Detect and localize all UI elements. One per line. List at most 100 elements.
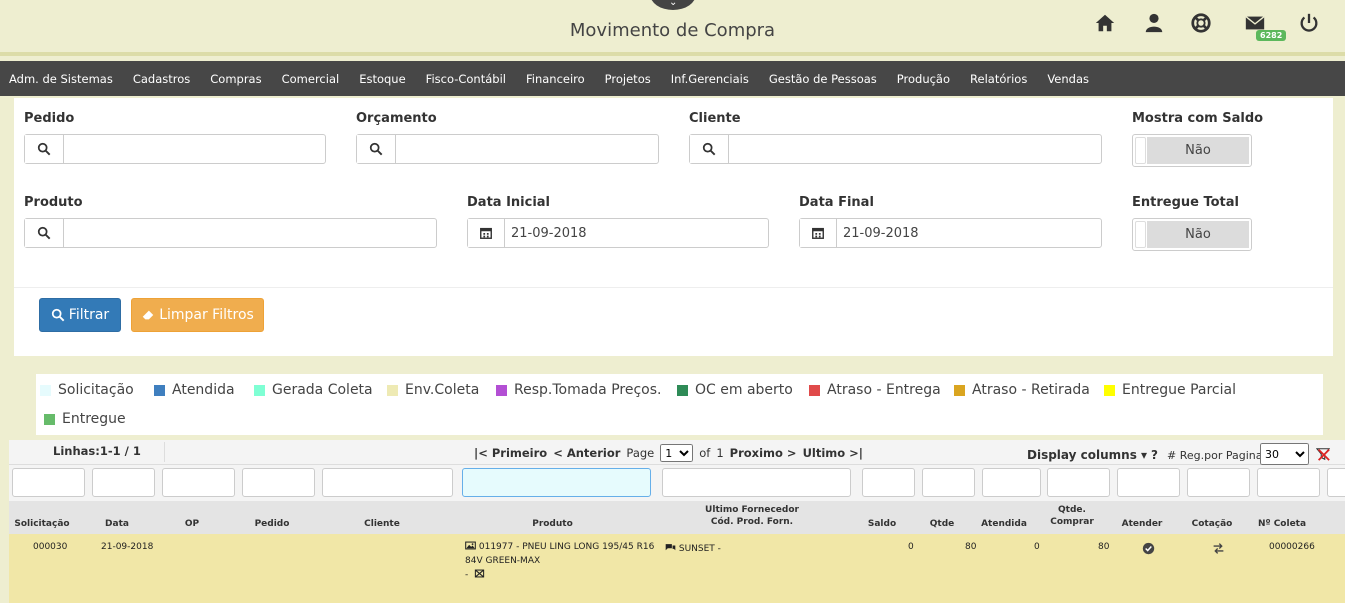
filter-extra[interactable]	[1327, 468, 1345, 497]
search-icon[interactable]	[357, 135, 396, 163]
user-icon[interactable]	[1143, 12, 1167, 36]
next-page-link[interactable]: Proximo >	[730, 446, 797, 460]
col-fornecedor-line1: Ultimo Fornecedor	[705, 504, 799, 515]
col-qtde[interactable]: Qtde	[914, 501, 970, 534]
menu-item-vendas[interactable]: Vendas	[1047, 72, 1089, 86]
search-icon[interactable]	[25, 135, 64, 163]
support-icon[interactable]	[1190, 12, 1214, 36]
menu-item-adm-sistemas[interactable]: Adm. de Sistemas	[9, 72, 113, 86]
page-select[interactable]: 1	[660, 444, 694, 462]
calendar-icon[interactable]	[468, 219, 505, 247]
col-cotacao[interactable]: Cotação	[1179, 501, 1245, 534]
filter-coleta[interactable]	[1257, 468, 1320, 497]
cell-fornecedor: SUNSET -	[665, 542, 721, 556]
filtrar-button[interactable]: Filtrar	[39, 298, 121, 332]
col-atender[interactable]: Atender	[1109, 501, 1175, 534]
menu-item-estoque[interactable]: Estoque	[359, 72, 405, 86]
comments-icon[interactable]	[665, 542, 676, 553]
entregue-total-toggle[interactable]: Não	[1132, 218, 1252, 251]
prev-page-link[interactable]: < Anterior	[553, 446, 620, 460]
calendar-icon[interactable]	[800, 219, 837, 247]
logo-icon[interactable]: ⌄	[650, 0, 696, 10]
legend-swatch	[1104, 384, 1115, 396]
orcamento-input[interactable]	[396, 135, 658, 163]
menu-item-projetos[interactable]: Projetos	[605, 72, 651, 86]
col-produto[interactable]: Produto	[461, 501, 644, 534]
toggle-knob	[1135, 137, 1146, 164]
filter-data[interactable]	[92, 468, 155, 497]
clear-filter-icon[interactable]	[1316, 447, 1330, 461]
limpar-filtros-button[interactable]: Limpar Filtros	[131, 298, 264, 332]
search-icon[interactable]	[690, 135, 729, 163]
pagination: |< Primeiro < Anterior Page 1 of 1 Proxi…	[474, 444, 863, 462]
cell-atender	[1142, 542, 1155, 558]
col-saldo[interactable]: Saldo	[854, 501, 910, 534]
produto-input[interactable]	[64, 219, 436, 247]
col-qtde-comprar-line1: Qtde.	[1058, 504, 1086, 515]
filtrar-label: Filtrar	[68, 307, 110, 323]
filter-cliente[interactable]	[322, 468, 453, 497]
first-page-link[interactable]: |< Primeiro	[474, 446, 547, 460]
pedido-input[interactable]	[64, 135, 325, 163]
menu-item-fisco-contabil[interactable]: Fisco-Contábil	[426, 72, 506, 86]
status-legend: Solicitação Atendida Gerada Coleta Env.C…	[36, 374, 1323, 435]
filter-op[interactable]	[162, 468, 235, 497]
no-image-icon[interactable]	[474, 568, 485, 579]
menu-item-relatorios[interactable]: Relatórios	[970, 72, 1027, 86]
col-op[interactable]: OP	[159, 501, 225, 534]
reg-por-pagina-select[interactable]: 30	[1260, 443, 1309, 465]
data-inicial-label: Data Inicial	[467, 195, 551, 210]
home-icon[interactable]	[1094, 12, 1118, 36]
col-atendida[interactable]: Atendida	[974, 501, 1034, 534]
menu-item-inf-gerenciais[interactable]: Inf.Gerenciais	[671, 72, 749, 86]
help-button[interactable]: ?	[1151, 448, 1158, 462]
data-inicial-input[interactable]	[505, 219, 768, 247]
last-page-link[interactable]: Ultimo >|	[803, 446, 863, 460]
filter-qtde-comprar[interactable]	[1047, 468, 1110, 497]
cliente-input[interactable]	[729, 135, 1101, 163]
search-icon[interactable]	[25, 219, 64, 247]
menu-item-comercial[interactable]: Comercial	[282, 72, 340, 86]
col-solicitacao[interactable]: Solicitação	[9, 501, 75, 534]
col-cliente[interactable]: Cliente	[312, 501, 452, 534]
filter-pedido[interactable]	[242, 468, 315, 497]
filter-atender[interactable]	[1117, 468, 1180, 497]
power-icon[interactable]	[1298, 12, 1322, 36]
produto-label: Produto	[24, 195, 83, 210]
filter-produto[interactable]	[462, 468, 651, 497]
filter-saldo[interactable]	[862, 468, 915, 497]
mostra-saldo-toggle[interactable]: Não	[1132, 134, 1252, 167]
col-data[interactable]: Data	[79, 501, 155, 534]
image-icon[interactable]	[465, 540, 476, 551]
pedido-label: Pedido	[24, 111, 75, 126]
menu-item-producao[interactable]: Produção	[897, 72, 950, 86]
legend-item: Env.Coleta	[387, 382, 479, 398]
cliente-label: Cliente	[689, 111, 741, 126]
mostra-saldo-label: Mostra com Saldo	[1132, 111, 1264, 126]
exchange-icon[interactable]	[1212, 542, 1225, 555]
col-fornecedor[interactable]: Ultimo Fornecedor Cód. Prod. Forn.	[657, 501, 847, 534]
cell-qtde: 80	[965, 542, 977, 552]
menu-item-compras[interactable]: Compras	[210, 72, 261, 86]
col-coleta[interactable]: Nº Coleta	[1249, 501, 1315, 534]
check-circle-icon[interactable]	[1142, 542, 1155, 555]
display-columns-button[interactable]: Display columns ▾	[1027, 448, 1147, 462]
filter-cotacao[interactable]	[1187, 468, 1250, 497]
menu-item-cadastros[interactable]: Cadastros	[133, 72, 190, 86]
grid-pager: Linhas:1-1 / 1 |< Primeiro < Anterior Pa…	[9, 440, 1345, 465]
column-header-row: Solicitação Data OP Pedido Cliente Produ…	[9, 501, 1345, 534]
col-pedido[interactable]: Pedido	[234, 501, 310, 534]
legend-item: Resp.Tomada Preços.	[496, 382, 661, 398]
main-menu: Adm. de Sistemas Cadastros Compras Comer…	[0, 61, 1345, 96]
data-final-input[interactable]	[837, 219, 1101, 247]
filter-solicitacao[interactable]	[12, 468, 85, 497]
filter-qtde[interactable]	[922, 468, 975, 497]
filter-atendida[interactable]	[982, 468, 1041, 497]
table-row[interactable]: 000030 21-09-2018 011977 - PNEU LING LON…	[9, 534, 1345, 603]
toggle-knob	[1135, 221, 1146, 248]
menu-item-financeiro[interactable]: Financeiro	[526, 72, 585, 86]
col-qtde-comprar[interactable]: Qtde. Comprar	[1039, 501, 1105, 534]
legend-item: Atendida	[154, 382, 235, 398]
menu-item-gestao-pessoas[interactable]: Gestão de Pessoas	[769, 72, 877, 86]
filter-fornecedor[interactable]	[662, 468, 851, 497]
